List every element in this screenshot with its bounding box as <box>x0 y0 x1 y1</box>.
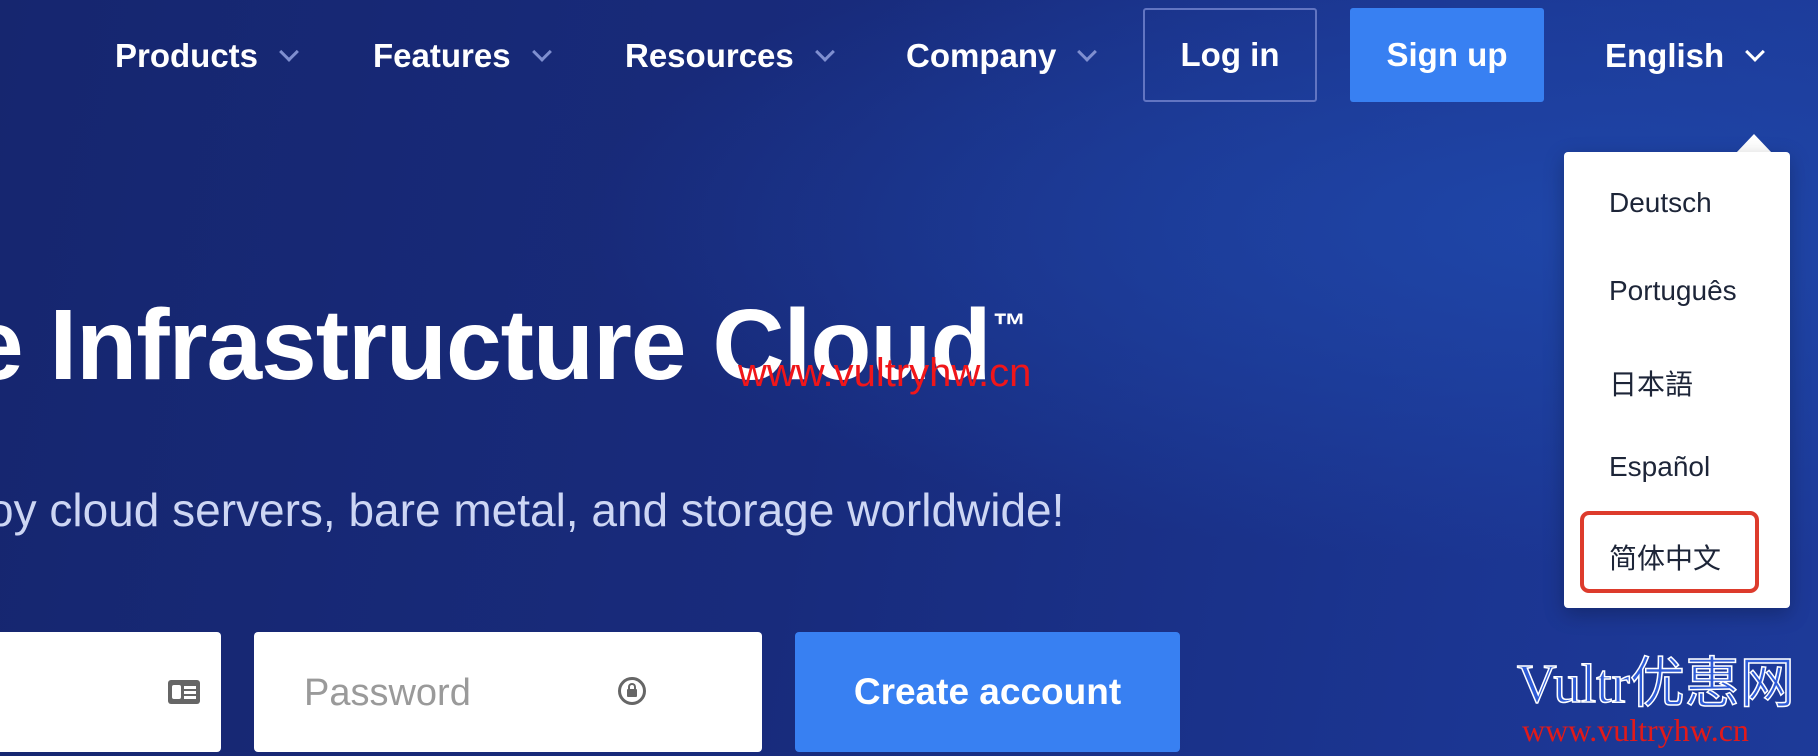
chevron-down-icon <box>1077 42 1098 62</box>
language-option-simplified-chinese[interactable]: 简体中文 <box>1609 537 1721 577</box>
nav-resources-label: Resources <box>625 37 794 74</box>
password-lock-icon[interactable] <box>618 677 646 705</box>
chevron-down-icon <box>814 42 835 62</box>
top-nav: Products Features Resources Company Log … <box>0 0 1818 110</box>
nav-products-label: Products <box>115 37 259 74</box>
nav-features-label: Features <box>373 37 511 74</box>
language-option-japanese[interactable]: 日本語 <box>1609 363 1693 403</box>
login-button[interactable]: Log in <box>1143 8 1317 102</box>
language-option-deutsch[interactable]: Deutsch <box>1609 187 1712 219</box>
dropdown-pointer <box>1736 134 1772 153</box>
create-account-button[interactable]: Create account <box>795 632 1180 752</box>
nav-resources[interactable]: Resources <box>625 30 835 82</box>
watermark-corner-url: www.vultryhw.cn <box>1522 712 1749 748</box>
chevron-down-icon <box>1745 42 1766 62</box>
language-option-portugues[interactable]: Português <box>1609 275 1737 307</box>
signup-button[interactable]: Sign up <box>1350 8 1544 102</box>
language-dropdown: Deutsch Português 日本語 Español 简体中文 <box>1564 152 1790 608</box>
nav-products[interactable]: Products <box>115 30 299 82</box>
nav-company-label: Company <box>906 37 1057 74</box>
email-field[interactable] <box>0 632 221 752</box>
password-field[interactable] <box>254 632 762 754</box>
watermark-center-url: www.vultryhw.cn <box>738 351 1032 395</box>
language-option-espanol[interactable]: Español <box>1609 451 1710 483</box>
chevron-down-icon <box>279 42 299 62</box>
language-selector[interactable]: English <box>1605 30 1766 82</box>
trademark-mark: ™ <box>992 307 1027 345</box>
hero-subtitle: oy cloud servers, bare metal, and storag… <box>0 484 1065 536</box>
nav-features[interactable]: Features <box>373 30 552 82</box>
language-selector-label: English <box>1605 37 1725 74</box>
nav-company[interactable]: Company <box>906 30 1098 82</box>
password-input[interactable] <box>302 632 636 754</box>
chevron-down-icon <box>531 42 552 62</box>
id-card-icon <box>168 680 200 704</box>
watermark-corner-title: Vultr优惠网 <box>1516 653 1795 714</box>
